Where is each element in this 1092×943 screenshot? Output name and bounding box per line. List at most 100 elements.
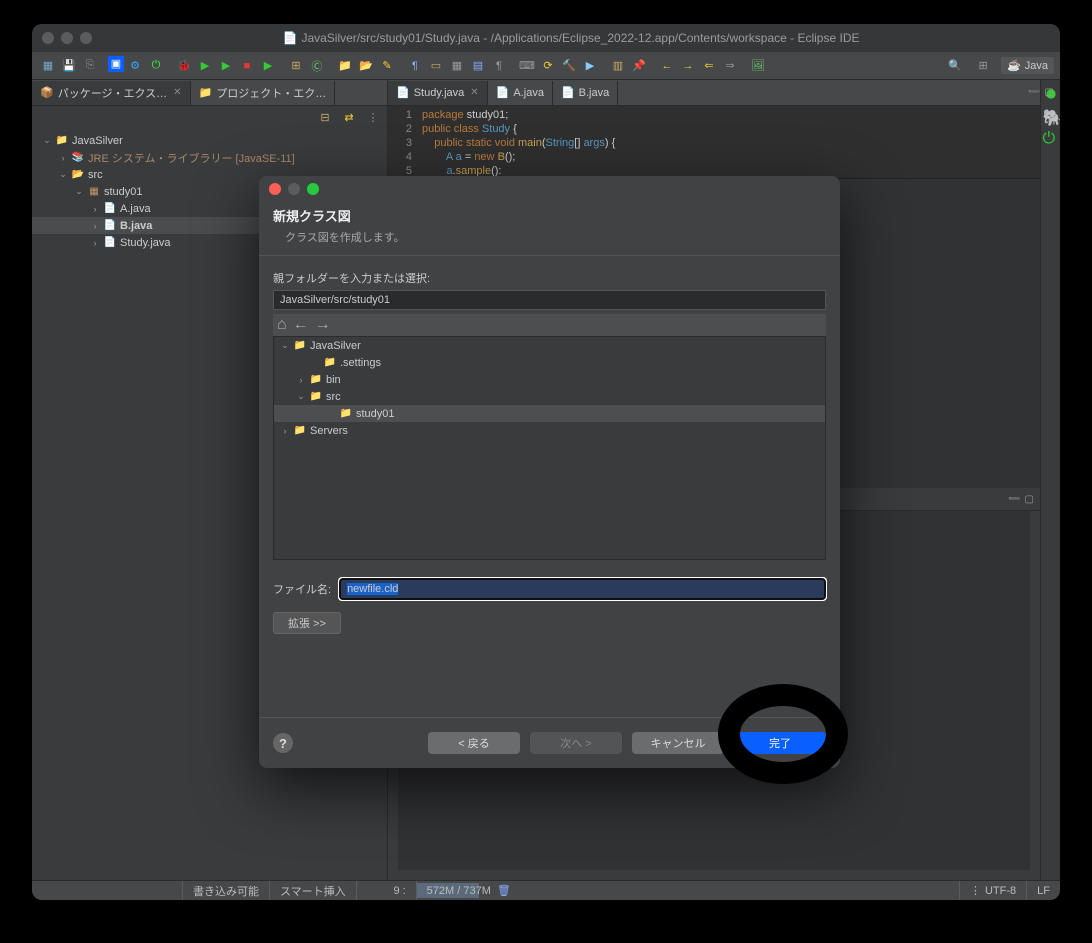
home-icon[interactable]: ⌂ bbox=[277, 316, 287, 334]
close-window-icon[interactable] bbox=[42, 32, 54, 44]
toggle-icon[interactable]: ▣ bbox=[108, 56, 124, 72]
power-icon[interactable]: ⏻ bbox=[146, 56, 166, 76]
image-icon[interactable]: 🖼 bbox=[748, 56, 768, 76]
tab-project-explorer[interactable]: 📁 プロジェクト・エク… bbox=[191, 81, 336, 105]
maximize-icon[interactable]: ▢ bbox=[1045, 87, 1054, 98]
new-icon[interactable]: ▦ bbox=[38, 56, 58, 76]
project-icon: 📁 bbox=[199, 86, 213, 99]
tree-settings[interactable]: 📁 .settings bbox=[274, 354, 825, 371]
tree-project[interactable]: ⌄ 📁 JavaSilver bbox=[274, 337, 825, 354]
run-last-icon[interactable]: ▶ bbox=[258, 56, 278, 76]
minimize-icon[interactable]: ➖ bbox=[1028, 87, 1040, 98]
tab-a[interactable]: 📄 A.java bbox=[488, 81, 553, 105]
show-chars-icon[interactable]: ¶ bbox=[489, 56, 509, 76]
maximize-icon[interactable]: ▢ bbox=[1025, 494, 1034, 505]
gc-icon[interactable]: 🗑 bbox=[497, 884, 511, 897]
link-editor-icon[interactable]: ⇄ bbox=[339, 107, 359, 127]
new-class-icon[interactable]: Ⓒ bbox=[307, 56, 327, 76]
chevron-right-icon[interactable]: › bbox=[296, 375, 306, 385]
minimize-icon[interactable]: ➖ bbox=[1008, 494, 1020, 505]
sync-icon[interactable]: ⟳ bbox=[538, 56, 558, 76]
collapse-all-icon[interactable]: ⊟ bbox=[315, 107, 335, 127]
run-icon[interactable]: ▶ bbox=[195, 56, 215, 76]
power-icon[interactable]: ⏻ bbox=[1043, 130, 1059, 146]
forward-icon[interactable]: → bbox=[678, 56, 698, 76]
terminal-icon[interactable]: ⌨ bbox=[517, 56, 537, 76]
status-line-ending[interactable]: LF bbox=[1026, 881, 1060, 900]
settings-icon[interactable]: ⚙ bbox=[125, 56, 145, 76]
filename-input[interactable] bbox=[339, 578, 826, 600]
tree-servers[interactable]: › 📁 Servers bbox=[274, 422, 825, 439]
save-icon[interactable]: 💾 bbox=[59, 56, 79, 76]
nav-fwd-icon[interactable]: ⇒ bbox=[720, 56, 740, 76]
chevron-down-icon[interactable]: ⌄ bbox=[58, 169, 68, 180]
status-writable: 書き込み可能 bbox=[182, 881, 269, 900]
tree-jre[interactable]: › 📚 JRE システム・ライブラリー [JavaSE-11] bbox=[32, 149, 387, 166]
nav-back-icon[interactable]: ⇐ bbox=[699, 56, 719, 76]
block-select-icon[interactable]: ▭ bbox=[426, 56, 446, 76]
tree-bin[interactable]: › 📁 bin bbox=[274, 371, 825, 388]
next-button: 次へ > bbox=[530, 732, 622, 754]
forward-icon[interactable]: → bbox=[315, 316, 331, 334]
chevron-down-icon[interactable]: ⌄ bbox=[74, 186, 84, 197]
chevron-right-icon[interactable]: › bbox=[90, 221, 100, 231]
parent-folder-label: 親フォルダーを入力または選択: bbox=[273, 270, 826, 286]
status-encoding[interactable]: ⋮ UTF-8 bbox=[959, 881, 1026, 900]
finish-button[interactable]: 完了 bbox=[734, 732, 826, 754]
gradle-icon[interactable]: 🐘 bbox=[1043, 108, 1059, 124]
debug-icon[interactable]: 🐞 bbox=[174, 56, 194, 76]
perspective-java[interactable]: ☕ Java bbox=[1001, 57, 1054, 74]
close-icon[interactable]: ✕ bbox=[173, 87, 181, 98]
folder-icon: 📁 bbox=[309, 373, 323, 387]
run-config-icon[interactable]: ▶ bbox=[580, 56, 600, 76]
filter-icon[interactable]: ▥ bbox=[608, 56, 628, 76]
maximize-window-icon[interactable] bbox=[80, 32, 92, 44]
stop-icon[interactable]: ■ bbox=[237, 56, 257, 76]
tree-project[interactable]: ⌄ 📁 JavaSilver bbox=[32, 132, 387, 149]
dialog-subtitle: クラス図を作成します。 bbox=[273, 229, 826, 245]
cancel-button[interactable]: キャンセル bbox=[632, 732, 724, 754]
chevron-down-icon[interactable]: ⌄ bbox=[280, 340, 290, 351]
coverage-icon[interactable]: ▶ bbox=[216, 56, 236, 76]
tab-b[interactable]: 📄 B.java bbox=[553, 81, 618, 105]
open-type-icon[interactable]: 📁 bbox=[335, 56, 355, 76]
minimize-window-icon[interactable] bbox=[61, 32, 73, 44]
chevron-right-icon[interactable]: › bbox=[280, 426, 290, 436]
show-whitespace-icon[interactable]: ¶ bbox=[405, 56, 425, 76]
chevron-right-icon[interactable]: › bbox=[90, 204, 100, 214]
back-icon[interactable]: ← bbox=[293, 316, 309, 334]
search-icon[interactable]: 🔍 bbox=[945, 56, 965, 76]
code-content[interactable]: package study01;public class Study { pub… bbox=[418, 106, 619, 178]
view-menu-icon[interactable]: ⋮ bbox=[363, 107, 383, 127]
tab-study[interactable]: 📄 Study.java ✕ bbox=[388, 81, 488, 105]
close-dialog-icon[interactable] bbox=[269, 183, 281, 195]
perspective-switcher-icon[interactable]: ⊞ bbox=[973, 56, 993, 76]
chevron-down-icon[interactable]: ⌄ bbox=[42, 135, 52, 146]
parent-folder-input[interactable] bbox=[273, 290, 826, 310]
chevron-right-icon[interactable]: › bbox=[90, 238, 100, 248]
status-memory[interactable]: 572M / 737M 🗑 bbox=[416, 881, 521, 900]
folder-tree[interactable]: ⌄ 📁 JavaSilver 📁 .settings › 📁 bin ⌄ 📁 s… bbox=[273, 336, 826, 560]
back-icon[interactable]: ← bbox=[657, 56, 677, 76]
show-all-icon[interactable]: ▤ bbox=[468, 56, 488, 76]
advanced-button[interactable]: 拡張 >> bbox=[273, 612, 341, 634]
close-icon[interactable]: ✕ bbox=[470, 87, 478, 98]
word-wrap-icon[interactable]: ▦ bbox=[447, 56, 467, 76]
code-editor[interactable]: 12345 package study01;public class Study… bbox=[388, 106, 1040, 178]
chevron-down-icon[interactable]: ⌄ bbox=[296, 391, 306, 402]
build-icon[interactable]: 🔨 bbox=[559, 56, 579, 76]
chevron-right-icon[interactable]: › bbox=[58, 153, 68, 163]
open-task-icon[interactable]: 📂 bbox=[356, 56, 376, 76]
tree-src[interactable]: ⌄ 📁 src bbox=[274, 388, 825, 405]
back-button[interactable]: < 戻る bbox=[428, 732, 520, 754]
help-icon[interactable]: ? bbox=[273, 733, 293, 753]
new-package-icon[interactable]: ⊞ bbox=[286, 56, 306, 76]
pin-icon[interactable]: 📌 bbox=[629, 56, 649, 76]
tree-study01[interactable]: 📁 study01 bbox=[274, 405, 825, 422]
dialog-header: 新規クラス図 クラス図を作成します。 bbox=[259, 202, 840, 255]
maximize-dialog-icon[interactable] bbox=[307, 183, 319, 195]
highlight-icon[interactable]: ✎ bbox=[377, 56, 397, 76]
save-all-icon[interactable]: ⎘ bbox=[80, 56, 100, 76]
tab-package-explorer[interactable]: 📦 パッケージ・エクス… ✕ bbox=[32, 81, 191, 105]
folder-icon: 📁 bbox=[339, 407, 353, 421]
